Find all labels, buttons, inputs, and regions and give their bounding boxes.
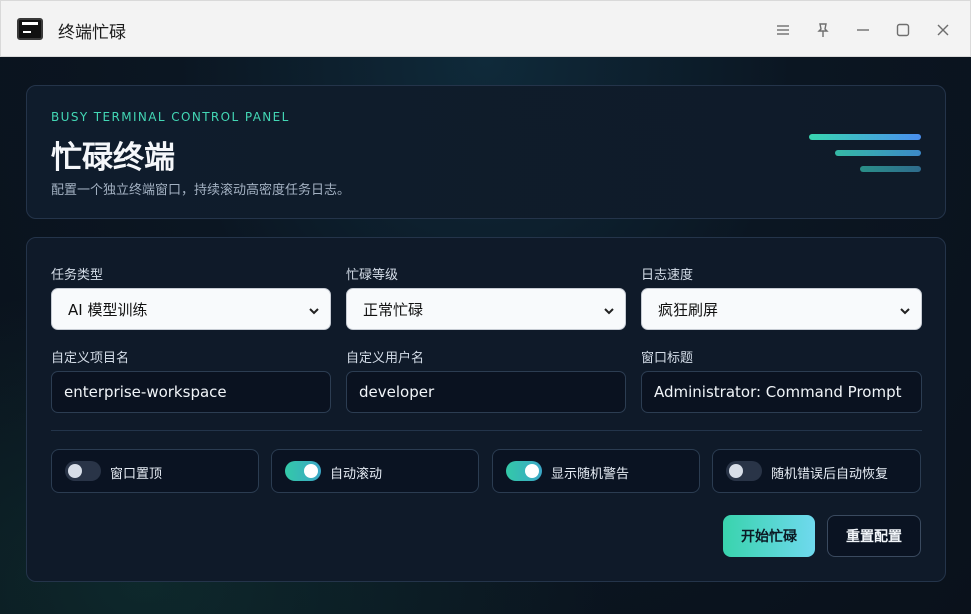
hero-card: BUSY TERMINAL CONTROL PANEL 忙碌终端 配置一个独立终… xyxy=(26,85,946,219)
title-bar: 终端忙碌 xyxy=(0,0,971,57)
user-name-label: 自定义用户名 xyxy=(346,351,425,366)
busy-level-value: 正常忙碌 xyxy=(363,300,424,319)
toggle-label: 自动滚动 xyxy=(330,467,383,482)
task-type-select[interactable]: AI 模型训练 xyxy=(51,288,331,330)
log-speed-select[interactable]: 疯狂刷屏 xyxy=(641,288,922,330)
chevron-down-icon xyxy=(308,303,320,315)
toggle-switch[interactable] xyxy=(506,461,542,481)
log-speed-value: 疯狂刷屏 xyxy=(658,300,719,319)
hero-bar-3 xyxy=(860,166,921,172)
hero-subtitle: 配置一个独立终端窗口，持续滚动高密度任务日志。 xyxy=(51,183,351,198)
terminal-icon xyxy=(17,18,43,40)
toggle-switch[interactable] xyxy=(726,461,762,481)
menu-icon[interactable] xyxy=(770,17,796,43)
reset-config-button[interactable]: 重置配置 xyxy=(827,515,921,557)
user-name-value: developer xyxy=(359,383,435,401)
pin-icon[interactable] xyxy=(810,17,836,43)
page-title: 忙碌终端 xyxy=(51,140,175,176)
toggle-knob xyxy=(68,464,82,478)
task-type-label: 任务类型 xyxy=(51,268,104,283)
project-name-value: enterprise-workspace xyxy=(64,383,227,401)
toggle-label: 窗口置顶 xyxy=(110,467,163,482)
toggle-knob xyxy=(525,464,539,478)
chevron-down-icon xyxy=(899,303,911,315)
project-name-label: 自定义项目名 xyxy=(51,351,130,366)
window-title-label: 窗口标题 xyxy=(641,351,694,366)
main-area: BUSY TERMINAL CONTROL PANEL 忙碌终端 配置一个独立终… xyxy=(0,57,971,614)
close-icon[interactable] xyxy=(930,17,956,43)
toggle-label: 显示随机警告 xyxy=(551,467,630,482)
toggle-knob xyxy=(729,464,743,478)
hero-decoration xyxy=(809,134,921,174)
window-title: 终端忙碌 xyxy=(58,23,126,43)
toggle-always-on-top[interactable]: 窗口置顶 xyxy=(51,449,259,493)
hero-eyebrow: BUSY TERMINAL CONTROL PANEL xyxy=(51,110,290,124)
start-busy-button[interactable]: 开始忙碌 xyxy=(723,515,815,557)
busy-level-select[interactable]: 正常忙碌 xyxy=(346,288,626,330)
user-name-input[interactable]: developer xyxy=(346,371,626,413)
toggle-auto-recover[interactable]: 随机错误后自动恢复 xyxy=(712,449,921,493)
busy-level-label: 忙碌等级 xyxy=(346,268,399,283)
project-name-input[interactable]: enterprise-workspace xyxy=(51,371,331,413)
config-panel: 任务类型 忙碌等级 日志速度 AI 模型训练 正常忙碌 疯狂刷屏 自定义项目名 … xyxy=(26,237,946,582)
window-title-input[interactable]: Administrator: Command Prompt xyxy=(641,371,922,413)
toggle-random-warnings[interactable]: 显示随机警告 xyxy=(492,449,700,493)
chevron-down-icon xyxy=(603,303,615,315)
toggle-knob xyxy=(304,464,318,478)
hero-bar-2 xyxy=(835,150,921,156)
minimize-icon[interactable] xyxy=(850,17,876,43)
toggle-switch[interactable] xyxy=(65,461,101,481)
toggle-label: 随机错误后自动恢复 xyxy=(771,467,889,482)
toggle-switch[interactable] xyxy=(285,461,321,481)
window-title-value: Administrator: Command Prompt xyxy=(654,383,902,401)
maximize-icon[interactable] xyxy=(890,17,916,43)
toggle-auto-scroll[interactable]: 自动滚动 xyxy=(271,449,479,493)
divider xyxy=(51,430,922,431)
task-type-value: AI 模型训练 xyxy=(68,300,148,319)
log-speed-label: 日志速度 xyxy=(641,268,694,283)
hero-bar-1 xyxy=(809,134,921,140)
